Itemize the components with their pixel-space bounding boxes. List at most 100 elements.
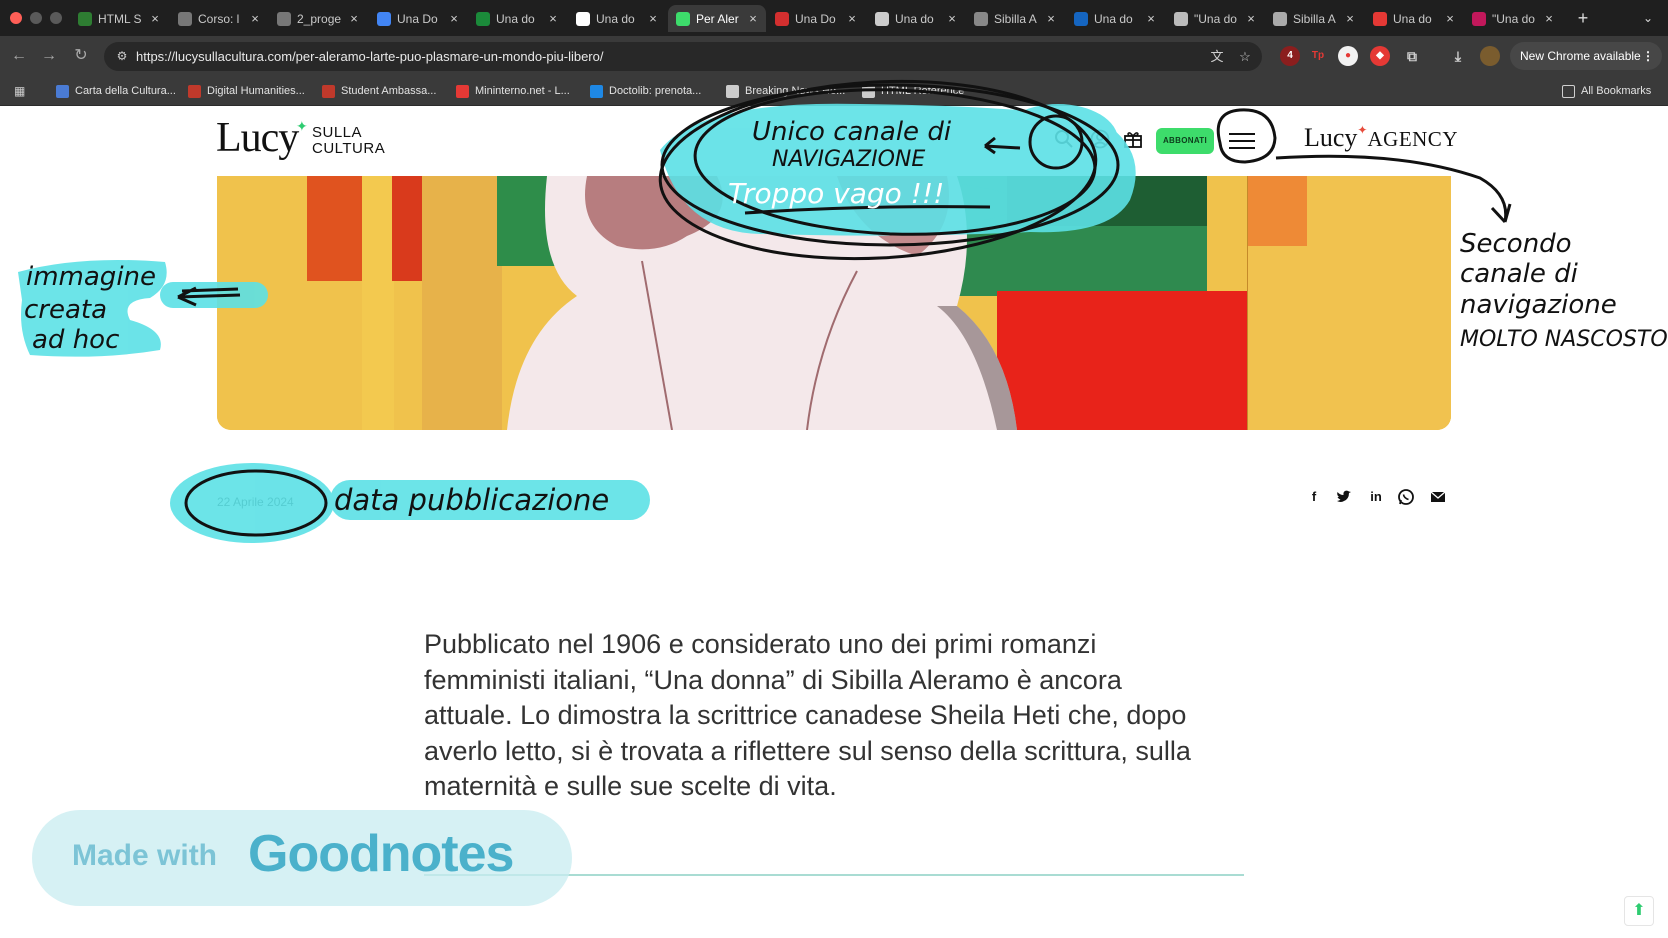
agency-star-icon: ✦ bbox=[1357, 123, 1368, 137]
browser-tab[interactable]: Una do × bbox=[568, 5, 666, 32]
tab-label: Una do bbox=[1393, 11, 1432, 26]
browser-tab[interactable]: Una Do × bbox=[767, 5, 865, 32]
new-tab-button[interactable]: + bbox=[1572, 7, 1594, 29]
extension-badge-icon[interactable]: 4 bbox=[1280, 46, 1300, 66]
tab-label: Una Do bbox=[397, 11, 438, 26]
browser-tab[interactable]: Sibilla A × bbox=[1265, 5, 1363, 32]
bookmark-item[interactable]: HTML Reference bbox=[862, 83, 964, 99]
tab-label: 2_proge bbox=[297, 11, 342, 26]
back-button[interactable]: ← bbox=[8, 45, 30, 67]
gift-icon[interactable] bbox=[1122, 128, 1144, 150]
wikipedia-icon bbox=[576, 11, 590, 26]
globe-icon bbox=[178, 11, 192, 26]
browser-tab[interactable]: Una do × bbox=[468, 5, 566, 32]
tab-close-icon[interactable]: × bbox=[248, 11, 262, 26]
tab-close-icon[interactable]: × bbox=[646, 11, 660, 26]
tab-label: "Una do bbox=[1492, 11, 1535, 26]
tab-label: Sibilla A bbox=[994, 11, 1037, 26]
agency-logo-main: Lucy bbox=[1304, 123, 1358, 152]
facebook-icon[interactable]: f bbox=[1304, 487, 1324, 507]
tab-close-icon[interactable]: × bbox=[945, 11, 959, 26]
email-icon[interactable] bbox=[1428, 487, 1448, 507]
user-account-icon[interactable] bbox=[1089, 128, 1111, 150]
tab-close-icon[interactable]: × bbox=[1244, 11, 1258, 26]
bookmark-item[interactable]: Mininterno.net - L... bbox=[456, 83, 570, 99]
logo-sub-line-1: SULLA bbox=[312, 124, 363, 141]
apps-grid-icon[interactable]: ▦ bbox=[14, 84, 30, 98]
maximize-window-button[interactable] bbox=[50, 12, 62, 24]
browser-tab[interactable]: Per Aler × bbox=[668, 5, 766, 32]
site-info-icon[interactable]: ⚙ bbox=[114, 48, 130, 64]
all-bookmarks-folder[interactable]: All Bookmarks bbox=[1562, 83, 1651, 99]
tab-close-icon[interactable]: × bbox=[1044, 11, 1058, 26]
all-bookmarks-label: All Bookmarks bbox=[1581, 85, 1652, 97]
search-icon[interactable] bbox=[1053, 128, 1075, 150]
browser-tab[interactable]: HTML S × bbox=[70, 5, 168, 32]
profile-avatar[interactable] bbox=[1480, 46, 1500, 66]
forward-button[interactable]: → bbox=[38, 45, 60, 67]
site-logo[interactable]: Lucy bbox=[216, 114, 299, 162]
chrome-update-button[interactable]: New Chrome available ⋮ bbox=[1510, 42, 1662, 70]
watermark-brand: Goodnotes bbox=[248, 825, 514, 883]
browser-tab[interactable]: Una Do × bbox=[369, 5, 467, 32]
w-green-icon bbox=[78, 11, 92, 26]
bookmark-item[interactable]: Carta della Cultura... bbox=[56, 83, 176, 99]
tab-close-icon[interactable]: × bbox=[746, 11, 760, 26]
browser-tab[interactable]: "Una do × bbox=[1464, 5, 1562, 32]
reload-button[interactable]: ↻ bbox=[70, 45, 92, 67]
bookmark-label: Student Ambassa... bbox=[341, 85, 437, 97]
browser-tab[interactable]: Una do × bbox=[1066, 5, 1164, 32]
doc-icon bbox=[1174, 11, 1188, 26]
tab-close-icon[interactable]: × bbox=[845, 11, 859, 26]
download-icon[interactable]: ⤓ bbox=[1448, 46, 1468, 66]
tab-close-icon[interactable]: × bbox=[1542, 11, 1556, 26]
bookmark-star-icon[interactable]: ☆ bbox=[1236, 48, 1254, 66]
tab-close-icon[interactable]: × bbox=[1343, 11, 1357, 26]
bookmark-favicon-icon bbox=[56, 84, 69, 98]
tab-label: "Una do bbox=[1194, 11, 1237, 26]
minimize-window-button[interactable] bbox=[30, 12, 42, 24]
browser-tab[interactable]: "Una do × bbox=[1166, 5, 1264, 32]
agency-logo[interactable]: Lucy✦AGENCY bbox=[1304, 123, 1458, 153]
whatsapp-icon[interactable] bbox=[1396, 487, 1416, 507]
agency-logo-sub: AGENCY bbox=[1367, 127, 1458, 151]
logo-sub-line-2: CULTURA bbox=[312, 140, 386, 157]
bookmark-item[interactable]: Student Ambassa... bbox=[322, 83, 436, 99]
twitter-icon[interactable] bbox=[1334, 487, 1354, 507]
bookmark-label: Mininterno.net - L... bbox=[475, 85, 570, 97]
record-extension-icon[interactable]: ● bbox=[1338, 46, 1358, 66]
bookmark-item[interactable]: Breaking News He... bbox=[726, 83, 845, 99]
tab-label: Una do bbox=[1094, 11, 1133, 26]
translate-icon[interactable]: 文 bbox=[1208, 48, 1226, 66]
address-bar[interactable]: ⚙ https://lucysullacultura.com/per-alera… bbox=[104, 42, 1262, 71]
tab-label: Per Aler bbox=[696, 11, 739, 26]
bookmark-item[interactable]: Digital Humanities... bbox=[188, 83, 305, 99]
browser-tab[interactable]: Sibilla A × bbox=[966, 5, 1064, 32]
browser-tab[interactable]: Una do × bbox=[867, 5, 965, 32]
linkedin-icon[interactable]: in bbox=[1366, 487, 1386, 507]
browser-tab[interactable]: Corso: l × bbox=[170, 5, 268, 32]
watermark-prefix: Made with bbox=[72, 839, 218, 872]
bookmark-item[interactable]: Doctolib: prenota... bbox=[590, 83, 701, 99]
bookmark-favicon-icon bbox=[862, 84, 875, 98]
hamburger-menu-icon[interactable] bbox=[1229, 133, 1255, 151]
tab-close-icon[interactable]: × bbox=[546, 11, 560, 26]
menu-kebab-icon[interactable]: ⋮ bbox=[1642, 42, 1654, 70]
spiral-icon bbox=[974, 11, 988, 26]
tp-extension-icon[interactable]: Tp bbox=[1308, 46, 1328, 66]
tab-close-icon[interactable]: × bbox=[1144, 11, 1158, 26]
puzzle-extensions-icon[interactable]: ⧉ bbox=[1402, 46, 1422, 66]
tab-close-icon[interactable]: × bbox=[447, 11, 461, 26]
url-text[interactable]: https://lucysullacultura.com/per-aleramo… bbox=[136, 49, 603, 64]
tab-close-icon[interactable]: × bbox=[1443, 11, 1457, 26]
tab-search-button[interactable]: ⌄ bbox=[1636, 7, 1660, 29]
tab-close-icon[interactable]: × bbox=[347, 11, 361, 26]
close-window-button[interactable] bbox=[10, 12, 22, 24]
browser-tab[interactable]: Una do × bbox=[1365, 5, 1463, 32]
browser-tab[interactable]: 2_proge × bbox=[269, 5, 367, 32]
subscribe-button[interactable]: ABBONATI bbox=[1156, 128, 1214, 154]
tab-close-icon[interactable]: × bbox=[148, 11, 162, 26]
bookmark-label: HTML Reference bbox=[881, 85, 965, 97]
scroll-to-top-button[interactable]: ⬆ bbox=[1624, 896, 1654, 926]
red-extension-icon[interactable]: ◆ bbox=[1370, 46, 1390, 66]
